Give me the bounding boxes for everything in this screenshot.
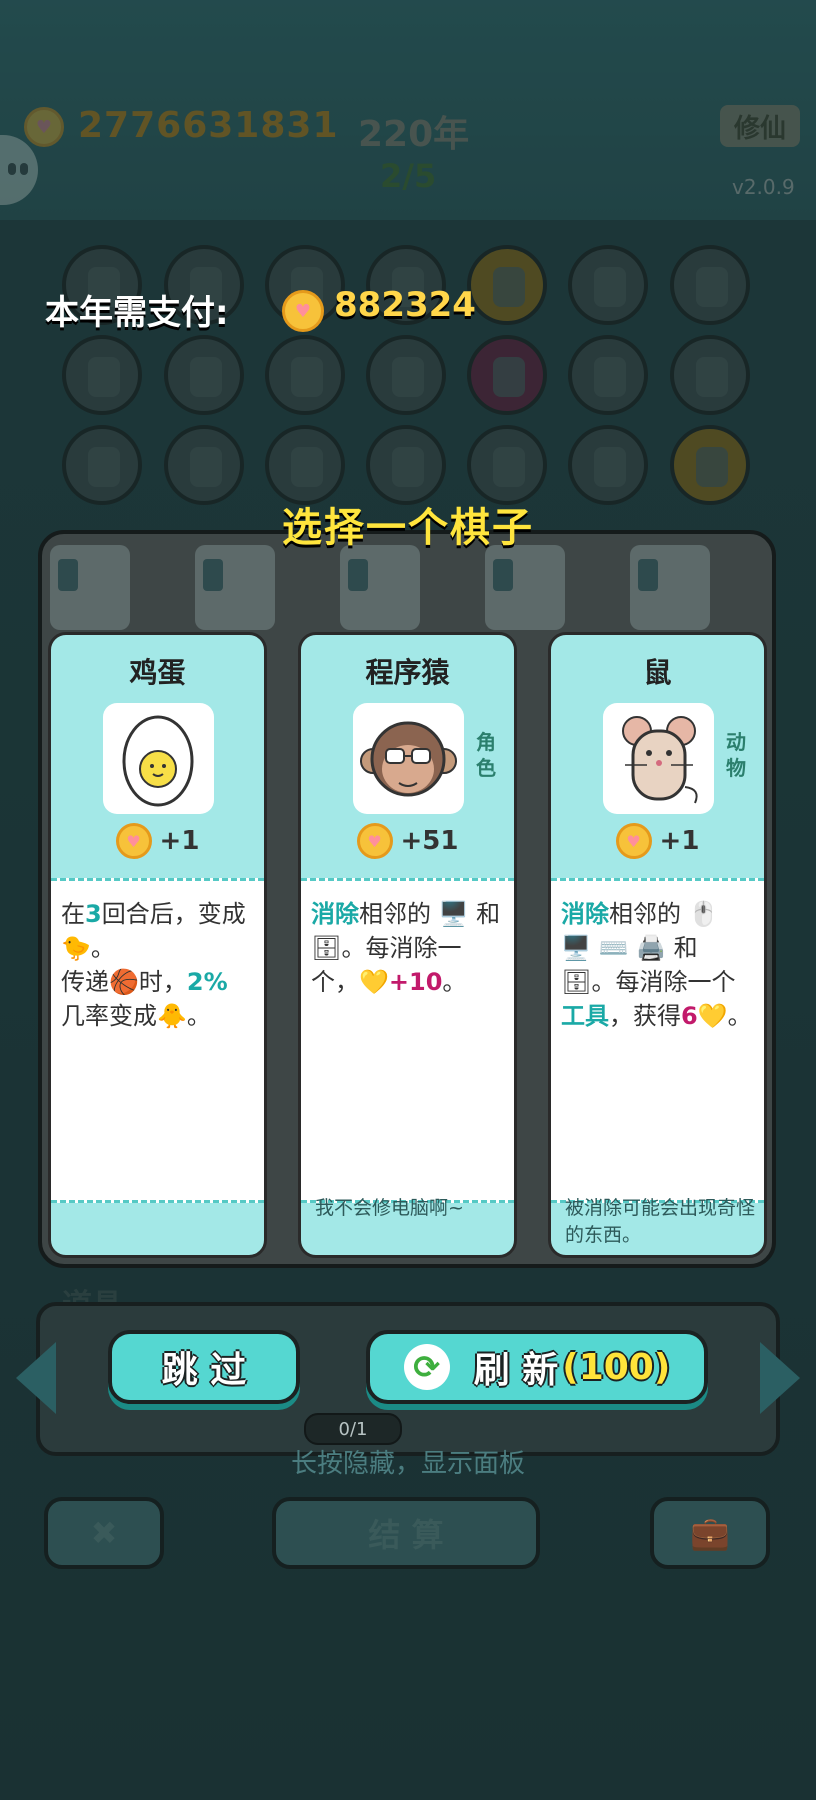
desc-segment: [591, 934, 599, 962]
card-description: 在3回合后，变成🐤。 传递🏀时，2% 几率变成🐥。: [61, 897, 256, 1033]
desc-segment: 消除: [561, 900, 609, 928]
scroll-right-icon[interactable]: [760, 1342, 800, 1414]
hint-text: 长按隐藏，显示面板: [290, 1449, 525, 1479]
desc-segment: 💛: [359, 968, 389, 996]
card-note: 被消除可能会出现奇怪的东西。: [565, 1197, 756, 1246]
scroll-left-icon[interactable]: [16, 1342, 56, 1414]
discard-icon: ✖: [90, 1514, 118, 1552]
skip-button[interactable]: 跳 过: [108, 1330, 300, 1404]
desc-segment: 相邻的: [359, 900, 439, 928]
settle-button[interactable]: 结 算: [272, 1497, 540, 1569]
desc-segment: 🐤: [61, 934, 91, 962]
card-body: 在3回合后，变成🐤。 传递🏀时，2% 几率变成🐥。: [51, 878, 264, 1203]
desc-segment: 。: [727, 1002, 752, 1030]
mouse-icon: [603, 703, 714, 814]
desc-segment: 回合后，变成: [101, 900, 246, 928]
card-type: 动物: [726, 730, 746, 780]
monkey-icon: [353, 703, 464, 814]
card-name: 鼠: [643, 656, 672, 689]
desc-segment: 🏀: [109, 968, 139, 996]
briefcase-icon: 💼: [690, 1514, 730, 1552]
refresh-price: (100): [562, 1346, 671, 1388]
refresh-button[interactable]: ⟳ 刷 新 (100): [366, 1330, 708, 1404]
refresh-icon: ⟳: [403, 1344, 450, 1390]
desc-segment: 🖱️: [688, 900, 719, 928]
desc-segment: +10: [388, 968, 443, 996]
card-description: 消除相邻的 🖥️ 和 🗄。每消除一个，💛+10。: [311, 897, 506, 999]
card-value-text: +1: [659, 826, 700, 856]
desc-segment: 。每消除一个: [591, 968, 736, 996]
card-body: 消除相邻的 🖥️ 和 🗄。每消除一个，💛+10。: [301, 878, 514, 1203]
backpack-button[interactable]: 💼: [650, 1497, 770, 1569]
card-description: 消除相邻的 🖱️ 🖥️ ⌨️ 🖨️ 和 🗄。每消除一个工具，获得6💛。: [561, 897, 756, 1033]
desc-segment: 时，: [138, 968, 187, 996]
coin-icon: ♥: [356, 823, 393, 859]
desc-segment: 消除: [311, 900, 359, 928]
card-name: 程序猿: [365, 656, 450, 689]
card-type: 角色: [476, 730, 496, 780]
card-value-text: +51: [400, 826, 459, 856]
desc-segment: 🗄: [311, 934, 342, 962]
desc-segment: 🐥: [157, 1002, 187, 1030]
desc-segment: 。: [442, 968, 467, 996]
discard-button[interactable]: ✖: [44, 1497, 164, 1569]
desc-segment: ，获得: [609, 1002, 681, 1030]
desc-segment: 几率变成: [61, 1002, 157, 1030]
payment-amount: 882324: [334, 285, 476, 325]
dialog-title: 选择一个棋子: [282, 505, 534, 551]
card-value: ♥ +1: [551, 823, 764, 859]
inventory-strip: [50, 545, 764, 635]
card-programmer[interactable]: 程序猿 角色 ♥ +51 消除相邻的 🖥️ 和 🗄。每消除一个，💛+10。 我不…: [298, 632, 517, 1258]
desc-segment: 和: [665, 934, 698, 962]
desc-segment: 相邻的: [609, 900, 689, 928]
card-egg[interactable]: 鸡蛋 ♥ +1 在3回合后，变成🐤。 传递🏀时，2% 几率变成🐥。: [48, 632, 267, 1258]
desc-segment: 工具: [561, 1002, 609, 1030]
desc-segment: [628, 934, 636, 962]
desc-segment: ⌨️: [598, 934, 629, 962]
payment-label: 本年需支付:: [45, 293, 229, 333]
refresh-label: 刷 新: [473, 1350, 559, 1391]
card-note: 我不会修电脑啊~: [315, 1197, 464, 1219]
desc-segment: 传递: [61, 968, 109, 996]
desc-segment: 🖥️: [438, 900, 469, 928]
card-value-text: +1: [159, 826, 200, 856]
desc-segment: 🖨️: [636, 934, 666, 962]
desc-segment: 💛: [697, 1002, 728, 1030]
desc-segment: 🗄: [561, 968, 592, 996]
egg-icon: [103, 703, 214, 814]
coin-icon: ♥: [115, 823, 152, 859]
desc-segment: 3: [85, 900, 102, 928]
desc-segment: 2%: [186, 968, 228, 996]
desc-segment: 。: [186, 1002, 211, 1030]
desc-segment: 6: [681, 1002, 698, 1030]
desc-segment: 🖥️: [561, 934, 591, 962]
desc-segment: 在: [61, 900, 85, 928]
card-value: ♥ +1: [51, 823, 264, 859]
card-value: ♥ +51: [301, 823, 514, 859]
desc-segment: 。: [90, 934, 115, 962]
card-name: 鸡蛋: [129, 656, 186, 689]
item-counter: 0/1: [304, 1413, 402, 1445]
desc-segment: 和: [468, 900, 501, 928]
card-mouse[interactable]: 鼠 动物 ♥ +1 消除相邻的 🖱️ 🖥️ ⌨️ 🖨️ 和 🗄。每消除一个工具，…: [548, 632, 767, 1258]
card-body: 消除相邻的 🖱️ 🖥️ ⌨️ 🖨️ 和 🗄。每消除一个工具，获得6💛。: [551, 878, 764, 1203]
coin-icon: ♥: [615, 823, 652, 859]
coin-icon: ♥: [282, 290, 324, 332]
